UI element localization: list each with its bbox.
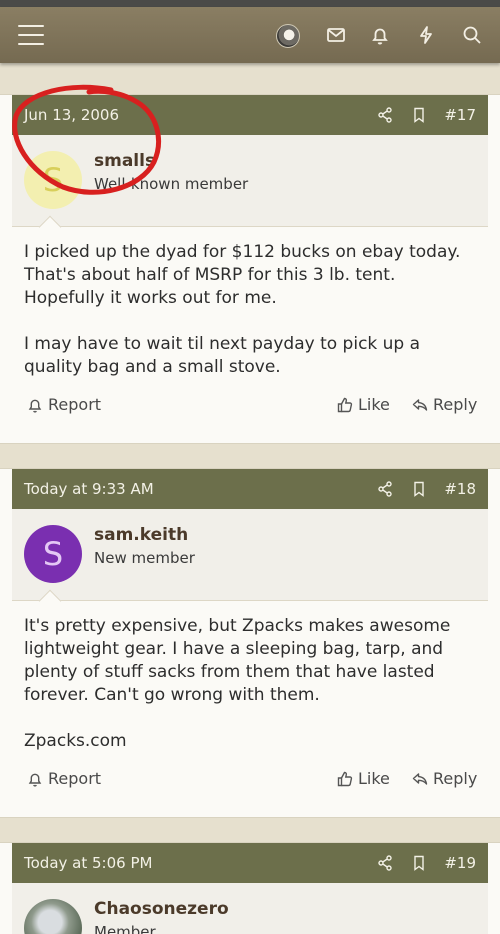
username[interactable]: sam.keith [94, 525, 188, 545]
post-date[interactable]: Today at 5:06 PM [24, 854, 152, 872]
post-number[interactable]: #17 [444, 106, 476, 124]
user-title: Well-known member [94, 175, 249, 193]
post-link[interactable]: Zpacks.com [24, 730, 476, 753]
post-17: Jun 13, 2006 #17 S smalls Well-known mem… [0, 94, 500, 444]
user-title: New member [94, 549, 195, 567]
reply-label: Reply [433, 395, 478, 414]
post-header: Today at 5:06 PM #19 [12, 843, 488, 883]
post-18: Today at 9:33 AM #18 S sam.keith New mem… [0, 468, 500, 818]
like-label: Like [358, 769, 390, 788]
username[interactable]: smalls [94, 151, 155, 171]
report-button[interactable]: Report [26, 769, 101, 788]
user-block-pointer [38, 589, 62, 613]
post-body: I picked up the dyad for $112 bucks on e… [24, 241, 476, 402]
user-block: S smalls Well-known member [12, 135, 488, 239]
user-block: Chaosonezero Member [12, 883, 488, 934]
reply-button[interactable]: Reply [411, 769, 477, 788]
avatar-letter: S [42, 161, 64, 199]
like-button[interactable]: Like [336, 769, 390, 788]
avatar[interactable] [24, 899, 82, 934]
bookmark-icon[interactable] [410, 480, 428, 498]
bookmark-icon[interactable] [410, 854, 428, 872]
reply-icon [412, 398, 428, 411]
post-paragraph: It's pretty expensive, but Zpacks makes … [24, 616, 451, 705]
post-19: Today at 5:06 PM #19 Chaosonezero Member [0, 842, 500, 934]
mail-icon[interactable] [324, 23, 348, 47]
share-icon[interactable] [376, 480, 394, 498]
report-button[interactable]: Report [26, 395, 101, 414]
reply-button[interactable]: Reply [411, 395, 477, 414]
avatar[interactable] [276, 24, 300, 48]
avatar[interactable]: S [24, 151, 82, 209]
user-block: S sam.keith New member [12, 509, 488, 613]
user-block-pointer [38, 215, 62, 239]
like-button[interactable]: Like [336, 395, 390, 414]
username[interactable]: Chaosonezero [94, 899, 229, 919]
reply-icon [412, 772, 428, 785]
top-nav-bar [0, 7, 500, 63]
post-paragraph: I picked up the dyad for $112 bucks on e… [24, 242, 461, 308]
thumbs-up-icon [337, 771, 353, 786]
like-label: Like [358, 395, 390, 414]
warning-icon [28, 773, 42, 787]
thumbs-up-icon [337, 397, 353, 412]
warning-icon [28, 399, 42, 413]
share-icon[interactable] [376, 854, 394, 872]
post-date[interactable]: Jun 13, 2006 [24, 106, 119, 124]
reply-label: Reply [433, 769, 478, 788]
avatar[interactable]: S [24, 525, 82, 583]
user-title: Member [94, 923, 156, 934]
post-header: Jun 13, 2006 #17 [12, 95, 488, 135]
bookmark-icon[interactable] [410, 106, 428, 124]
post-header: Today at 9:33 AM #18 [12, 469, 488, 509]
post-body: It's pretty expensive, but Zpacks makes … [24, 615, 476, 776]
bell-icon[interactable] [368, 23, 392, 47]
status-strip [0, 0, 500, 7]
menu-icon[interactable] [18, 25, 44, 45]
avatar-letter: S [42, 535, 64, 573]
share-icon[interactable] [376, 106, 394, 124]
post-number[interactable]: #18 [444, 480, 476, 498]
report-label: Report [48, 769, 102, 788]
post-number[interactable]: #19 [444, 854, 476, 872]
lightning-icon[interactable] [414, 23, 438, 47]
search-icon[interactable] [460, 23, 484, 47]
post-date[interactable]: Today at 9:33 AM [24, 480, 154, 498]
post-paragraph: I may have to wait til next payday to pi… [24, 334, 421, 377]
report-label: Report [48, 395, 102, 414]
